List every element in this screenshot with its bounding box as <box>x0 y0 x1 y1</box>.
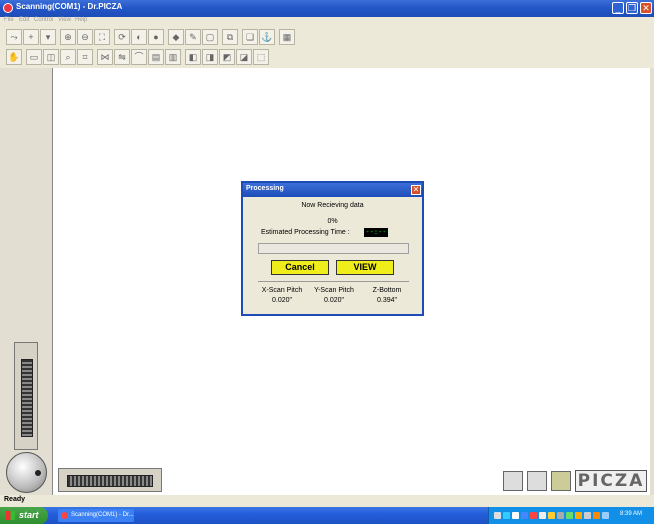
toolbar-secondary: ✋ ▭ ◫ ⌕ ⌗ ⋈ ⇋ ⌒ ▤ ▥ ◧ ◨ ◩ ◪ ⬚ <box>0 47 654 67</box>
tray-doc-icon[interactable] <box>512 512 519 519</box>
horizontal-slider-track[interactable] <box>67 475 153 487</box>
y-pitch-label: Y-Scan Pitch <box>314 287 354 294</box>
transform-icon[interactable]: ⧉ <box>222 29 238 45</box>
close-button[interactable]: ✕ <box>640 2 652 14</box>
dialog-title-bar: Processing ✕ <box>243 183 422 197</box>
knob-indicator <box>35 470 41 476</box>
crosshair-icon[interactable]: + <box>23 29 39 45</box>
fit-icon[interactable]: ⛶ <box>94 29 110 45</box>
app-task-icon <box>61 512 68 519</box>
picza-logo: PICZA <box>575 470 647 492</box>
shade-icon[interactable]: ◐ <box>131 29 147 45</box>
taskbar: start Scanning(COM1) - Dr... 8:39 AM <box>0 507 654 524</box>
tray-pen-icon[interactable] <box>494 512 501 519</box>
view-iso-icon[interactable]: ⬚ <box>253 49 269 65</box>
scanner-icon[interactable] <box>527 471 547 491</box>
menu-bar: File Edit Control View Help <box>0 17 654 26</box>
vertical-slider[interactable] <box>14 342 38 450</box>
status-text: Ready <box>4 496 26 503</box>
tray-alert-icon[interactable] <box>575 512 582 519</box>
restore-button[interactable]: ❐ <box>626 2 638 14</box>
cancel-button[interactable]: Cancel <box>271 260 329 275</box>
clock: 8:39 AM <box>620 511 643 517</box>
mirror-icon[interactable]: ⋈ <box>97 49 113 65</box>
status-message: Now Recieving data <box>301 202 364 209</box>
menu-view[interactable]: View <box>58 17 71 23</box>
tray-usb-icon[interactable] <box>584 512 591 519</box>
windows-flag-icon <box>6 511 15 520</box>
hand-icon[interactable]: ✋ <box>6 49 22 65</box>
tray-antivirus-icon[interactable] <box>530 512 537 519</box>
flip-icon[interactable]: ⇋ <box>114 49 130 65</box>
right-edge <box>650 68 654 495</box>
separator <box>258 281 409 282</box>
grid-icon[interactable]: ▦ <box>279 29 295 45</box>
select-icon[interactable]: ▢ <box>202 29 218 45</box>
start-button[interactable]: start <box>0 507 48 524</box>
horizontal-slider[interactable] <box>58 468 162 492</box>
rotate-icon[interactable]: ⟳ <box>114 29 130 45</box>
copy-icon[interactable]: ❏ <box>242 29 258 45</box>
z-bottom-label: Z-Bottom <box>372 287 402 294</box>
zoom-in-icon[interactable]: ⊕ <box>60 29 76 45</box>
menu-help[interactable]: Help <box>75 17 87 23</box>
tray-app-icon[interactable] <box>593 512 600 519</box>
view-top-icon[interactable]: ◪ <box>236 49 252 65</box>
minimize-button[interactable]: _ <box>612 2 624 14</box>
view-front-icon[interactable]: ◨ <box>202 49 218 65</box>
sphere-icon[interactable]: ● <box>148 29 164 45</box>
y-pitch-value: 0.020" <box>323 297 344 304</box>
region-icon[interactable]: ◫ <box>43 49 59 65</box>
view-button[interactable]: VIEW <box>336 260 394 275</box>
time-display: --:-- <box>364 228 388 237</box>
window-title: Scanning(COM1) - Dr.PICZA <box>16 2 123 11</box>
task-label: Scanning(COM1) - Dr... <box>71 512 134 518</box>
status-bar: Ready <box>0 495 654 507</box>
start-label: start <box>19 510 39 520</box>
paint-icon[interactable]: ◆ <box>168 29 184 45</box>
processing-dialog: Processing ✕ Now Recieving data 0% Estim… <box>241 181 424 316</box>
move-icon[interactable]: ⤳ <box>6 29 22 45</box>
menu-edit[interactable]: Edit <box>19 17 29 23</box>
menu-control[interactable]: Control <box>34 17 53 23</box>
cube-icon[interactable]: ◧ <box>185 49 201 65</box>
box-zoom-icon[interactable]: ▭ <box>26 49 42 65</box>
tray-network-icon[interactable] <box>503 512 510 519</box>
vertical-slider-track[interactable] <box>21 359 33 437</box>
taskbar-item-scanning[interactable]: Scanning(COM1) - Dr... <box>58 509 134 522</box>
tray-update-icon[interactable] <box>539 512 546 519</box>
layer-icon[interactable]: ▥ <box>165 49 181 65</box>
fill-icon[interactable]: ▾ <box>40 29 56 45</box>
app-icon <box>3 3 13 13</box>
tray-sync-icon[interactable] <box>566 512 573 519</box>
exit-door-icon[interactable] <box>551 471 571 491</box>
tray-misc-icon[interactable] <box>602 512 609 519</box>
x-pitch-value: 0.020" <box>271 297 292 304</box>
pen-icon[interactable]: ✎ <box>185 29 201 45</box>
toolbar-main: ⤳ + ▾ ⊕ ⊖ ⛶ ⟳ ◐ ● ◆ ✎ ▢ ⧉ ❏ ⚓ ▦ <box>0 27 654 47</box>
anchor-icon[interactable]: ⚓ <box>259 29 275 45</box>
printer-icon[interactable] <box>503 471 523 491</box>
percent-text: 0% <box>327 218 338 225</box>
tray-security-icon[interactable] <box>548 512 555 519</box>
time-label: Estimated Processing Time : <box>261 229 350 236</box>
menu-file[interactable]: File <box>4 17 14 23</box>
arc-icon[interactable]: ⌒ <box>131 49 147 65</box>
view-side-icon[interactable]: ◩ <box>219 49 235 65</box>
tray-volume-icon[interactable] <box>557 512 564 519</box>
scan-icon[interactable]: ⌗ <box>77 49 93 65</box>
title-bar: Scanning(COM1) - Dr.PICZA _ ❐ ✕ <box>0 0 654 17</box>
progress-bar <box>258 243 409 254</box>
dialog-close-button[interactable]: ✕ <box>411 185 421 195</box>
mesh-icon[interactable]: ▤ <box>148 49 164 65</box>
zoom-out-icon[interactable]: ⊖ <box>77 29 93 45</box>
rotation-knob[interactable] <box>6 452 47 493</box>
tray-shield-icon[interactable] <box>521 512 528 519</box>
x-pitch-label: X-Scan Pitch <box>261 287 303 294</box>
magnify-icon[interactable]: ⌕ <box>60 49 76 65</box>
dialog-title: Processing <box>246 185 284 192</box>
z-bottom-value: 0.394" <box>376 297 397 304</box>
